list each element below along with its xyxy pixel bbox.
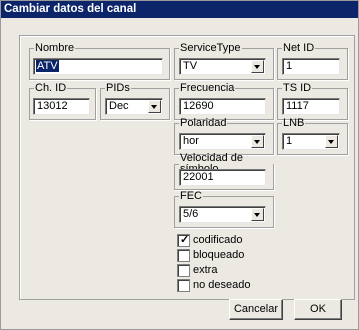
cancel-button[interactable]: Cancelar bbox=[229, 299, 283, 320]
checkbox-box[interactable]: ✓ bbox=[177, 234, 190, 247]
chevron-down-icon[interactable] bbox=[251, 208, 264, 221]
dialog-window: Cambiar datos del canal Nombre ATV Servi… bbox=[0, 0, 359, 330]
fec-value: 5/6 bbox=[183, 208, 199, 220]
polaridad-select[interactable]: hor bbox=[179, 133, 266, 150]
checkbox-box[interactable] bbox=[177, 249, 190, 262]
ts-id-value: 1117 bbox=[286, 100, 309, 112]
nombre-field[interactable]: ATV bbox=[33, 58, 163, 75]
checkbox-box[interactable] bbox=[177, 264, 190, 277]
extra-checkbox[interactable]: extra bbox=[177, 264, 217, 277]
polaridad-value: hor bbox=[183, 135, 199, 147]
lnb-select[interactable]: 1 bbox=[282, 133, 340, 150]
net-id-label: Net ID bbox=[283, 42, 315, 54]
frecuencia-field[interactable]: 12690 bbox=[179, 98, 266, 115]
ts-id-field[interactable]: 1117 bbox=[282, 98, 340, 115]
nombre-value: ATV bbox=[36, 60, 59, 72]
ch-id-label: Ch. ID bbox=[35, 82, 67, 94]
chevron-down-icon[interactable] bbox=[148, 100, 161, 113]
ok-button[interactable]: OK bbox=[294, 299, 342, 320]
checkmark-icon: ✓ bbox=[180, 234, 190, 246]
bloqueado-label: bloqueado bbox=[193, 249, 245, 261]
title-bar: Cambiar datos del canal bbox=[1, 1, 358, 18]
checkbox-box[interactable] bbox=[177, 279, 190, 292]
pids-value: Dec bbox=[109, 100, 129, 112]
service-type-select[interactable]: TV bbox=[179, 58, 266, 75]
frecuencia-label: Frecuencia bbox=[180, 82, 235, 94]
nombre-label: Nombre bbox=[35, 42, 75, 54]
codificado-checkbox[interactable]: ✓ codificado bbox=[177, 234, 243, 247]
ts-id-label: TS ID bbox=[283, 82, 312, 94]
ch-id-value: 13012 bbox=[37, 100, 68, 112]
lnb-label: LNB bbox=[283, 117, 305, 129]
ch-id-field[interactable]: 13012 bbox=[33, 98, 90, 115]
service-type-value: TV bbox=[183, 60, 198, 72]
net-id-field[interactable]: 1 bbox=[282, 58, 340, 75]
service-type-label: ServiceType bbox=[180, 42, 241, 54]
fec-label: FEC bbox=[180, 190, 202, 202]
velocidad-field[interactable]: 22001 bbox=[179, 169, 266, 186]
frecuencia-value: 12690 bbox=[183, 100, 214, 112]
pids-label: PIDs bbox=[106, 82, 130, 94]
window-title: Cambiar datos del canal bbox=[4, 3, 137, 15]
lnb-value: 1 bbox=[286, 135, 293, 147]
polaridad-label: Polaridad bbox=[180, 117, 227, 129]
no-deseado-label: no deseado bbox=[193, 279, 251, 291]
chevron-down-icon[interactable] bbox=[325, 135, 338, 148]
bloqueado-checkbox[interactable]: bloqueado bbox=[177, 249, 244, 262]
fec-select[interactable]: 5/6 bbox=[179, 206, 266, 223]
extra-label: extra bbox=[193, 264, 218, 276]
no-deseado-checkbox[interactable]: no deseado bbox=[177, 279, 251, 292]
pids-select[interactable]: Dec bbox=[105, 98, 163, 115]
codificado-label: codificado bbox=[193, 234, 243, 246]
net-id-value: 1 bbox=[286, 60, 293, 72]
velocidad-value: 22001 bbox=[183, 171, 214, 183]
chevron-down-icon[interactable] bbox=[251, 135, 264, 148]
chevron-down-icon[interactable] bbox=[251, 60, 264, 73]
